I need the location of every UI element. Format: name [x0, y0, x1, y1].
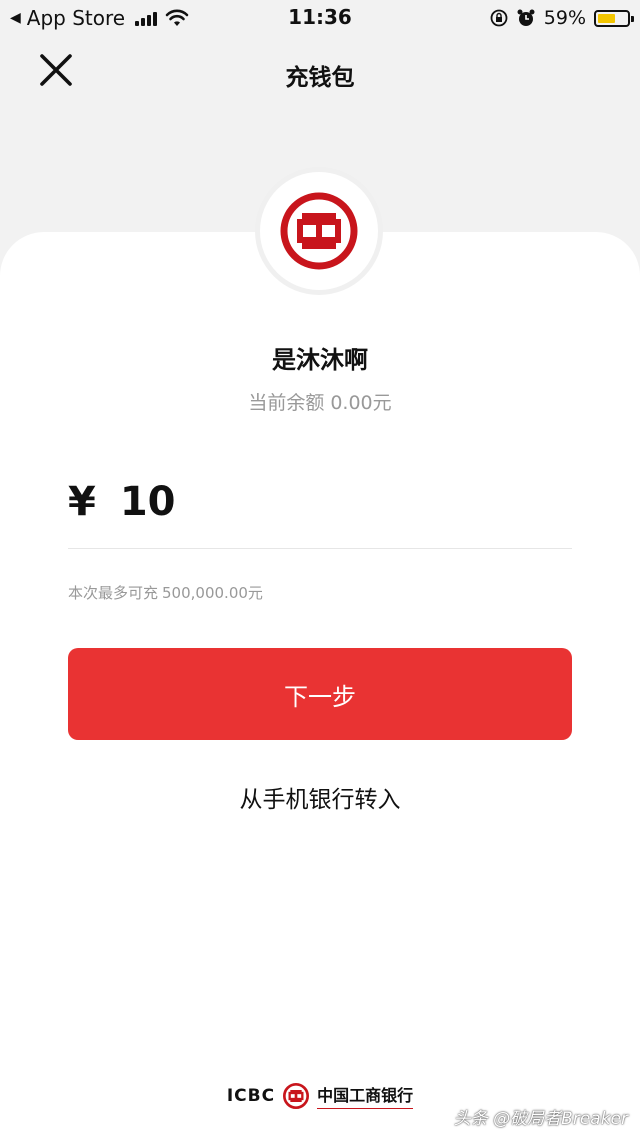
watermark: 头条 @破局者Breaker: [453, 1109, 628, 1129]
battery-fill: [598, 13, 615, 23]
account-name: 是沐沐啊: [272, 346, 368, 374]
footer-brand-cn: 中国工商银行: [317, 1082, 414, 1109]
battery-icon: [594, 9, 634, 27]
status-bar: ◀ App Store 11:36 59%: [0, 0, 640, 36]
limit-value: 500,000.00元: [162, 584, 263, 602]
transfer-from-mobile-bank-link[interactable]: 从手机银行转入: [0, 780, 640, 814]
icbc-logo-icon: [280, 192, 358, 270]
balance-line: 当前余额 0.00元: [0, 388, 640, 415]
amount-divider: [68, 548, 572, 549]
orientation-lock-icon: [490, 9, 508, 27]
status-bar-right: 59%: [490, 5, 634, 31]
nav-bar: 充钱包: [0, 40, 640, 104]
balance-value: 0.00元: [330, 392, 392, 414]
next-step-button[interactable]: 下一步: [68, 648, 572, 740]
amount-input[interactable]: ¥ 10: [68, 476, 176, 528]
balance-label: 当前余额: [248, 392, 325, 414]
battery-percent: 59%: [543, 7, 586, 29]
currency-symbol: ¥: [68, 479, 96, 525]
limit-label: 本次最多可充: [68, 584, 159, 602]
amount-value[interactable]: 10: [120, 479, 176, 525]
icbc-small-logo-icon: [283, 1082, 310, 1109]
bank-logo: [260, 172, 378, 290]
page-title: 充钱包: [285, 65, 355, 91]
recharge-limit: 本次最多可充 500,000.00元: [68, 582, 263, 603]
alarm-clock-icon: [517, 9, 535, 26]
wallet-recharge-screen: ◀ App Store 11:36 59% 充钱包 是沐沐啊 当前余额 0.00…: [0, 0, 640, 1138]
footer-brand-en: ICBC: [226, 1085, 276, 1106]
